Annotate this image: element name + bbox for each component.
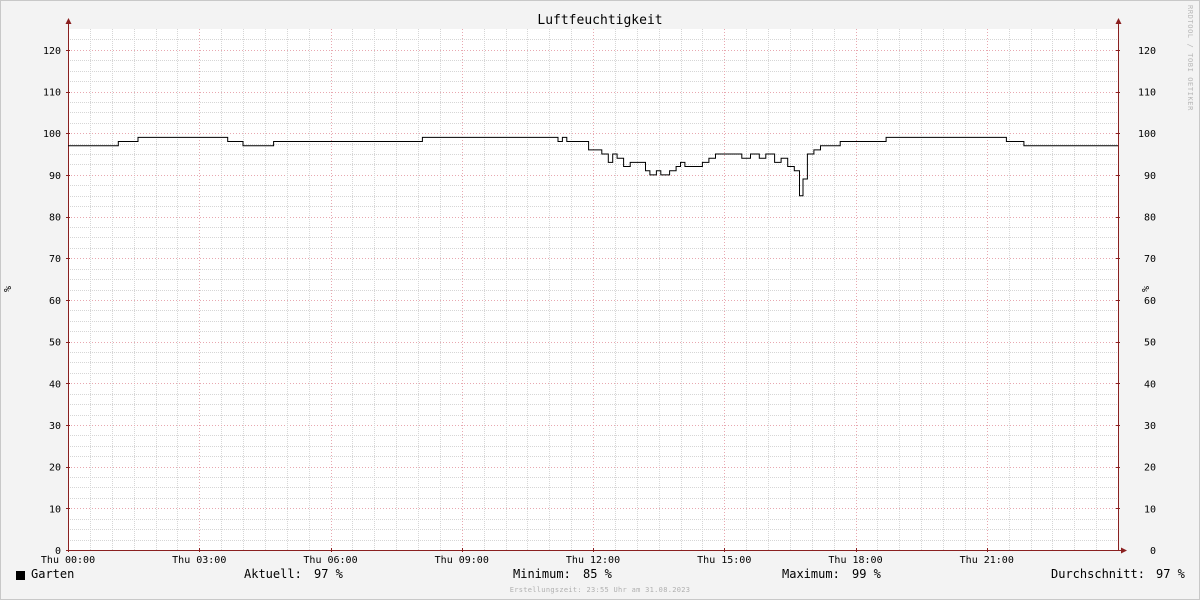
y-tick-label: 120	[43, 46, 61, 57]
chart-title: Luftfeuchtigkeit	[537, 13, 662, 28]
y-tick-labels-right: 0 10 20 30 40 50 60 70 80 90 100 110 120	[1138, 46, 1156, 557]
y-tick-label: 110	[43, 88, 61, 99]
y-tick-label: 60	[49, 296, 61, 307]
legend-series-name: Garten	[31, 567, 75, 581]
legend-max-label: Maximum:	[782, 567, 840, 581]
x-tick-label: Thu 12:00	[566, 555, 620, 566]
rrd-graph: 0 10 20 30 40 50 60 70 80 90 100 110 120 0 10 20 30 40 50…	[0, 0, 1200, 600]
creation-time-footer: Erstellungszeit: 23:55 Uhr am 31.08.2023	[509, 586, 691, 594]
humidity-chart: 0 10 20 30 40 50 60 70 80 90 100 110 120 0 10 20 30 40 50…	[3, 13, 1156, 566]
y-tick-label: 20	[49, 463, 61, 474]
x-tick-label: Thu 18:00	[828, 555, 882, 566]
y-tick-label: 90	[1144, 171, 1156, 182]
legend-current-label: Aktuell:	[244, 567, 302, 581]
y-tick-label: 120	[1138, 46, 1156, 57]
y-tick-label: 30	[49, 421, 61, 432]
legend-current-value: 97 %	[314, 567, 343, 581]
x-axis-arrow	[1121, 547, 1127, 554]
rrdtool-watermark: RRDTOOL / TOBI OETIKER	[1186, 5, 1194, 111]
y-tick-label: 70	[49, 254, 61, 265]
y-tick-label: 80	[1144, 213, 1156, 224]
legend-avg-value: 97 %	[1156, 567, 1185, 581]
y-tick-label: 30	[1144, 421, 1156, 432]
y-tick-label: 50	[1144, 338, 1156, 349]
x-tick-label: Thu 03:00	[172, 555, 226, 566]
x-tick-label: Thu 06:00	[303, 555, 357, 566]
y-tick-label: 50	[49, 338, 61, 349]
y-tick-label: 10	[49, 504, 61, 515]
y-tick-label: 20	[1144, 463, 1156, 474]
y-tick-label: 70	[1144, 254, 1156, 265]
legend-min-value: 85 %	[583, 567, 612, 581]
y-tick-label: 10	[1144, 504, 1156, 515]
legend-avg-label: Durchschnitt:	[1051, 567, 1145, 581]
legend-max-value: 99 %	[852, 567, 881, 581]
y-tick-label: 80	[49, 213, 61, 224]
y-tick-label: 110	[1138, 88, 1156, 99]
x-tick-labels: Thu 00:00 Thu 03:00 Thu 06:00 Thu 09:00 Thu …	[41, 555, 1014, 566]
x-tick-label: Thu 21:00	[960, 555, 1014, 566]
legend-min-label: Minimum:	[513, 567, 571, 581]
x-tick-label: Thu 15:00	[697, 555, 751, 566]
y-axis-label-left: %	[3, 286, 14, 292]
y-tick-label: 60	[1144, 296, 1156, 307]
y-tick-label: 40	[1144, 379, 1156, 390]
y-axis-label-right: %	[1141, 286, 1152, 292]
x-tick-label: Thu 00:00	[41, 555, 95, 566]
y-tick-labels-left: 0102030405060708090100110120	[43, 46, 61, 557]
y-tick-label: 40	[49, 379, 61, 390]
y-tick-label: 90	[49, 171, 61, 182]
legend-row: Garten Aktuell: 97 % Minimum: 85 % Maxim…	[1, 567, 1199, 585]
y-tick-label: 0	[1150, 546, 1156, 557]
x-tick-label: Thu 09:00	[435, 555, 489, 566]
y-axis-arrow-left	[65, 18, 72, 24]
y-axis-arrow-right	[1115, 18, 1122, 24]
y-tick-label: 100	[1138, 129, 1156, 140]
y-tick-label: 100	[43, 129, 61, 140]
